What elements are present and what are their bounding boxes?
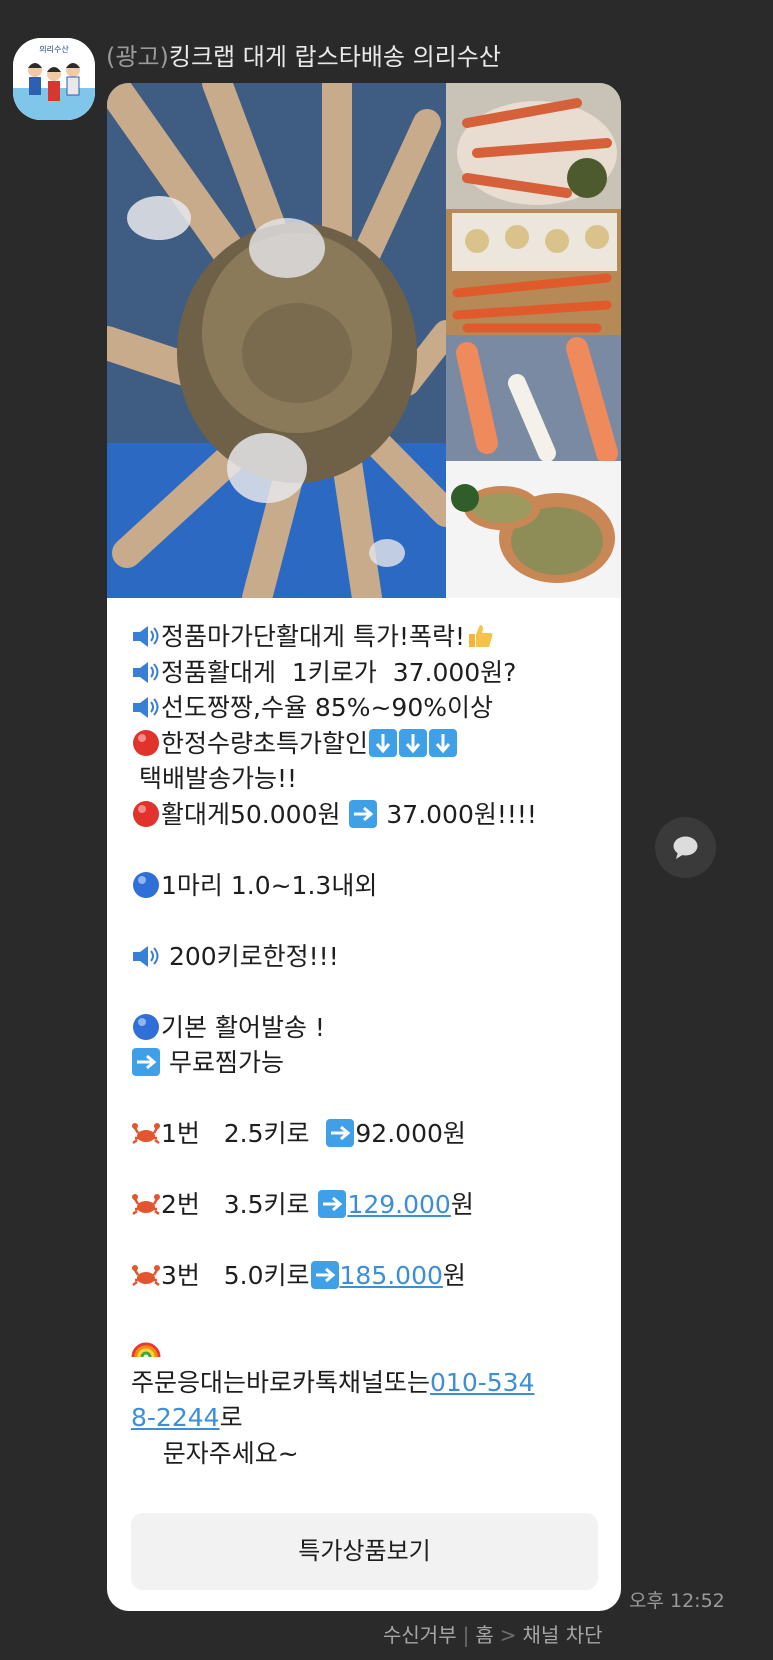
message-bubble: 정품마가단활대게 특가!폭락! 정품활대게 1키로가 37.000원? 선도짱짱…	[107, 83, 621, 1611]
phone-link[interactable]: 8-2244	[131, 1403, 220, 1432]
avatar-text: 의리수산	[39, 44, 69, 54]
channel-footer: 수신거부 | 홈 > 채널 차단	[383, 1619, 603, 1648]
channel-avatar[interactable]: 의리수산	[13, 38, 95, 120]
down-arrow-icon	[369, 728, 398, 757]
right-arrow-icon	[318, 1190, 347, 1218]
message-line: 3번 5.0키로 185.000원	[131, 1258, 601, 1294]
chat-bubble-icon	[673, 836, 698, 859]
message-line	[131, 1329, 601, 1365]
home-link[interactable]: 홈	[475, 1623, 493, 1647]
message-timestamp: 오후 12:52	[629, 1590, 725, 1612]
speaker-icon	[133, 626, 159, 647]
crab-photo-collage[interactable]	[107, 83, 621, 598]
crab-icon	[132, 1123, 160, 1144]
message-line: 무료찜가능	[131, 1045, 601, 1081]
red-circle-icon	[133, 729, 159, 756]
message-line: 활대게50.000원 37.000원!!!!	[131, 797, 601, 833]
message-line: 선도짱짱,수율 85%~90%이상	[131, 690, 601, 726]
chevron-right-icon: >	[499, 1623, 517, 1647]
down-arrow-icon	[399, 728, 428, 757]
message-line: 2번 3.5키로 129.000원	[131, 1187, 601, 1223]
price-link[interactable]: 129.000	[347, 1190, 450, 1219]
ad-tag: (광고)	[106, 43, 169, 71]
message-line: 기본 활어발송 !	[131, 1010, 601, 1046]
message-line: 1번 2.5키로 92.000원	[131, 1116, 601, 1152]
message-line: 정품활대게 1키로가 37.000원?	[131, 655, 601, 691]
speaker-icon	[133, 697, 159, 718]
phone-link[interactable]: 010-534	[430, 1368, 534, 1397]
block-channel-link[interactable]: 채널 차단	[523, 1623, 603, 1647]
blue-circle-icon	[133, 871, 159, 898]
price-link[interactable]: 185.000	[340, 1261, 443, 1290]
message-line: 200키로한정!!!	[131, 939, 601, 975]
blue-circle-icon	[133, 1013, 159, 1040]
message-line: 8-2244로	[131, 1403, 243, 1432]
speaker-icon	[133, 661, 159, 683]
message-line: 한정수량초특가할인	[131, 726, 601, 762]
message-text: 정품마가단활대게 특가!폭락! 정품활대게 1키로가 37.000원? 선도짱짱…	[131, 619, 601, 1471]
crab-icon	[132, 1265, 160, 1286]
sender-name: (광고)킹크랩 대게 랍스타배송 의리수산	[106, 42, 501, 72]
right-arrow-icon	[310, 1261, 339, 1289]
message-line: 문자주세요~	[131, 1438, 299, 1468]
speaker-icon	[133, 945, 159, 967]
message-line: 주문응대는바로카톡채널또는010-534	[131, 1367, 535, 1397]
crab-icon	[132, 1194, 160, 1215]
share-button[interactable]	[655, 817, 716, 878]
right-arrow-icon	[132, 1048, 160, 1076]
red-circle-icon	[133, 800, 159, 827]
right-arrow-icon	[326, 1119, 355, 1147]
down-arrow-icon	[429, 728, 458, 757]
unsubscribe-link[interactable]: 수신거부	[383, 1623, 457, 1647]
thumbs-up-icon	[469, 625, 493, 647]
message-line: 정품마가단활대게 특가!폭락!	[131, 619, 601, 655]
message-line: 1마리 1.0~1.3내외	[131, 868, 601, 904]
divider: |	[462, 1623, 470, 1647]
rainbow-icon	[131, 1342, 161, 1358]
sender-title: 킹크랩 대게 랍스타배송 의리수산	[168, 43, 501, 71]
message-line: 택배발송가능!!	[131, 764, 297, 793]
right-arrow-icon	[349, 799, 378, 828]
view-special-products-button[interactable]: 특가상품보기	[131, 1513, 598, 1590]
